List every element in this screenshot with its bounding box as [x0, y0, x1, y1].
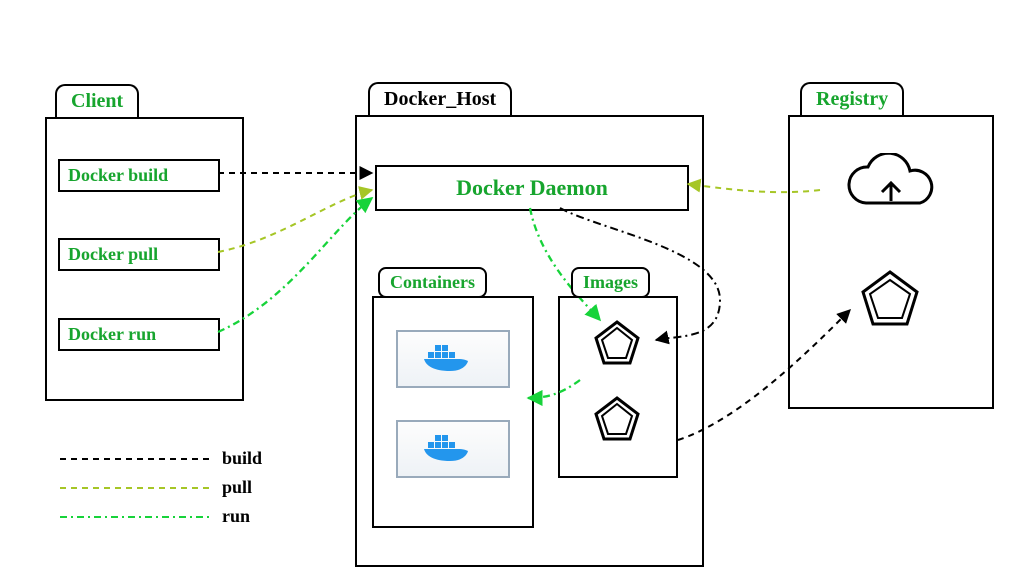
docker-daemon: Docker Daemon [375, 165, 689, 211]
legend-run: run [222, 506, 250, 527]
legend-pull: pull [222, 477, 252, 498]
cmd-docker-build: Docker build [58, 159, 220, 192]
docker-whale-icon [422, 342, 482, 378]
pentagon-icon [592, 318, 642, 368]
containers-panel [372, 296, 534, 528]
containers-tab: Containers [378, 267, 487, 298]
cmd-docker-pull: Docker pull [58, 238, 220, 271]
pentagon-icon [858, 267, 922, 331]
docker-whale-icon [422, 432, 482, 468]
legend-build: build [222, 448, 262, 469]
cloud-upload-icon [836, 153, 946, 223]
pentagon-icon [592, 394, 642, 444]
images-panel [558, 296, 678, 478]
registry-panel [788, 115, 994, 409]
registry-tab: Registry [800, 82, 904, 115]
host-tab: Docker_Host [368, 82, 512, 115]
container-box-2 [396, 420, 510, 478]
client-tab: Client [55, 84, 139, 117]
images-tab: Images [571, 267, 650, 298]
cmd-docker-run: Docker run [58, 318, 220, 351]
container-box-1 [396, 330, 510, 388]
